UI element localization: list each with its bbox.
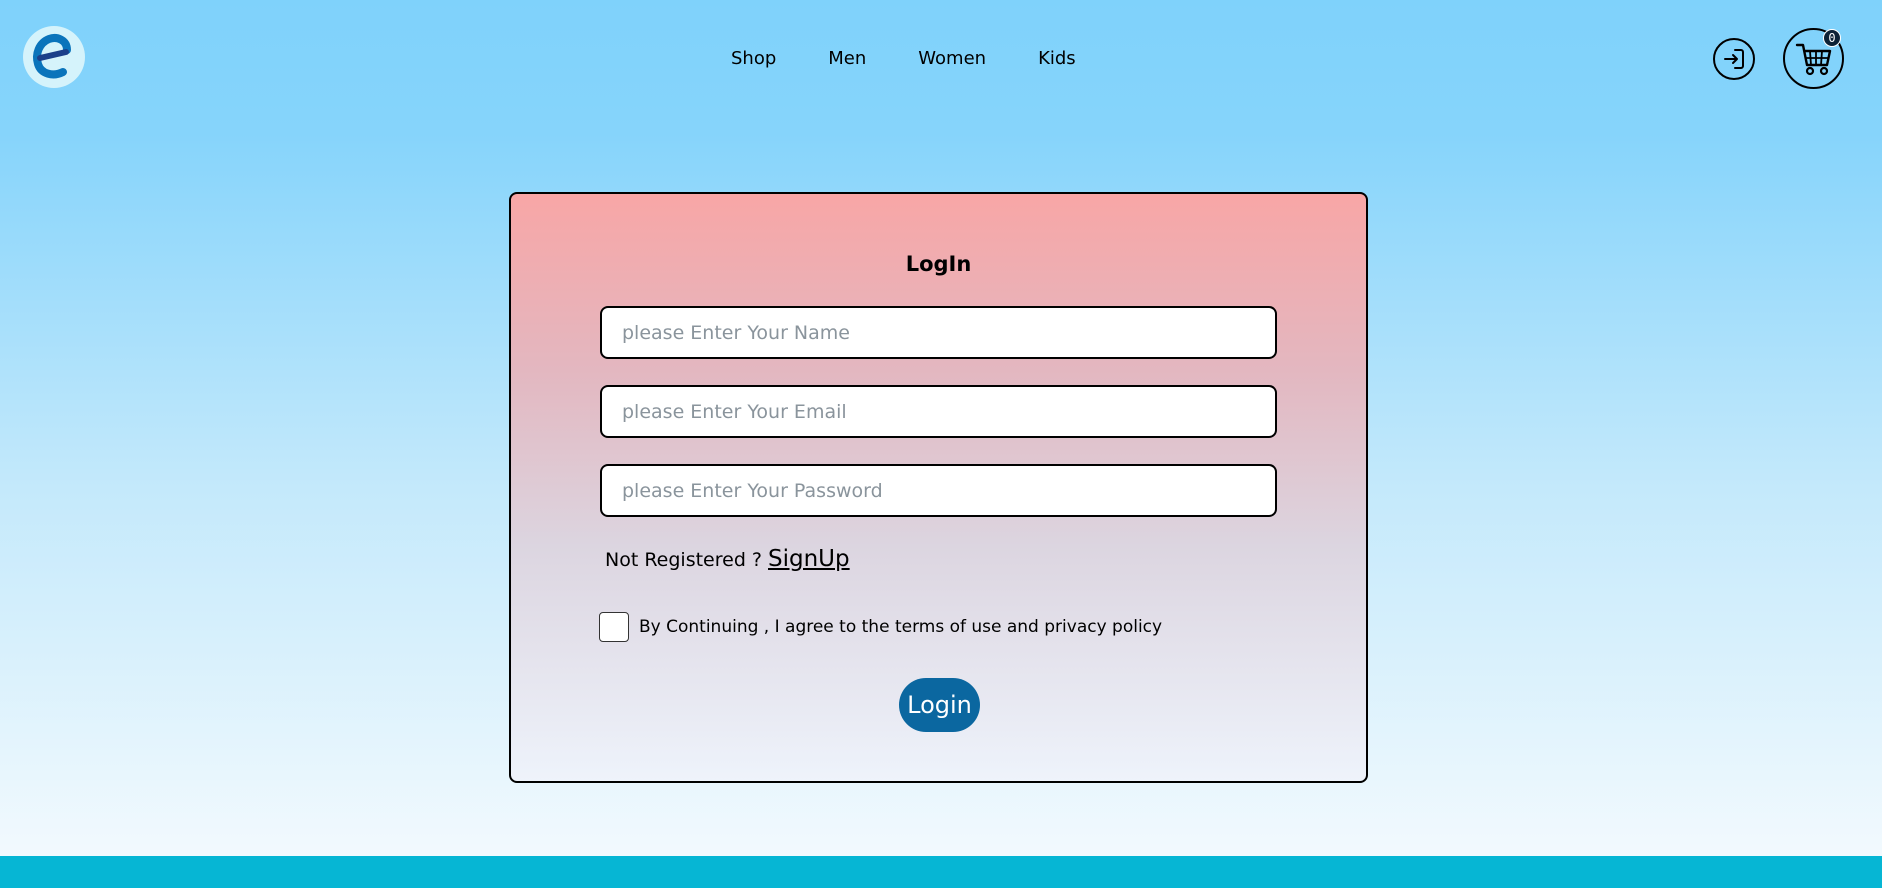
name-input[interactable] [600, 306, 1277, 359]
main-nav: Shop Men Women Kids [731, 46, 1076, 72]
nav-link-women[interactable]: Women [918, 46, 986, 72]
navbar: Shop Men Women Kids 0 [0, 0, 1882, 118]
nav-link-shop[interactable]: Shop [731, 46, 776, 72]
signup-link[interactable]: SignUp [768, 546, 850, 572]
login-submit-button[interactable]: Login [899, 678, 980, 732]
cart-button[interactable]: 0 [1783, 28, 1844, 89]
email-input[interactable] [600, 385, 1277, 438]
login-arrow-icon [1724, 49, 1744, 69]
password-input[interactable] [600, 464, 1277, 517]
signup-prompt: Not Registered ? SignUp [605, 546, 850, 572]
cart-count-badge: 0 [1823, 29, 1841, 47]
login-title: LogIn [905, 252, 972, 276]
footer-bar [0, 856, 1882, 888]
e-logo-icon [33, 34, 71, 79]
terms-label: By Continuing , I agree to the terms of … [639, 617, 1163, 637]
login-card: LogIn Not Registered ? SignUp By Continu… [509, 192, 1368, 783]
not-registered-text: Not Registered ? [605, 549, 763, 571]
login-nav-button[interactable] [1713, 38, 1755, 80]
nav-link-men[interactable]: Men [828, 46, 866, 72]
terms-checkbox[interactable] [599, 612, 629, 642]
terms-agreement: By Continuing , I agree to the terms of … [599, 612, 1162, 642]
brand-logo[interactable] [23, 26, 85, 88]
nav-link-kids[interactable]: Kids [1038, 46, 1076, 72]
